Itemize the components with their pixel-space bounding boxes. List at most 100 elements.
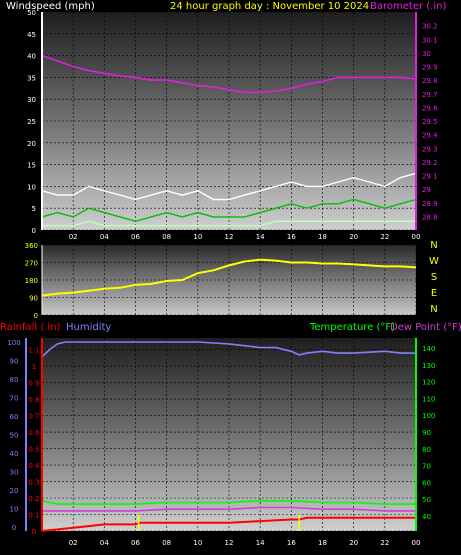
barometer-tick-label: 29.4 bbox=[422, 132, 438, 140]
humidity-tick-label: 50 bbox=[10, 432, 19, 440]
direction-tick-label: 270 bbox=[25, 260, 38, 268]
rainfall-tick-label: 1 bbox=[32, 363, 36, 371]
panel1-x-tick-label: 04 bbox=[100, 233, 109, 241]
humidity-tick-label: 60 bbox=[10, 413, 19, 421]
humidity-tick-label: 30 bbox=[10, 469, 19, 477]
temperature-tick-label: 100 bbox=[422, 412, 435, 420]
temperature-tick-label: 70 bbox=[422, 463, 431, 471]
panel3-x-tick-label: 10 bbox=[193, 539, 202, 547]
humidity-tick-label: 90 bbox=[10, 358, 19, 366]
direction-tick-label: 360 bbox=[25, 242, 38, 250]
humidity-tick-label: 20 bbox=[10, 487, 19, 495]
panel1-x-tick-label: 00 bbox=[412, 233, 421, 241]
direction-tick-label: 180 bbox=[25, 277, 38, 285]
panel3-x-tick-label: 08 bbox=[162, 539, 171, 547]
rainfall-label: Rainfall (.in) bbox=[0, 322, 61, 333]
barometer-tick-label: 30.1 bbox=[422, 36, 438, 44]
humidity-label: Humidity bbox=[66, 322, 111, 333]
humidity-tick-label: 40 bbox=[10, 450, 19, 458]
barometer-tick-label: 29.6 bbox=[422, 104, 438, 112]
barometer-tick-label: 30 bbox=[422, 50, 431, 58]
windspeed-tick-label: 25 bbox=[27, 118, 36, 126]
panel3-x-tick-label: 02 bbox=[69, 539, 78, 547]
temperature-tick-label: 110 bbox=[422, 395, 435, 403]
temperature-label: Temperature (°F) bbox=[309, 322, 395, 333]
panel1-x-tick-label: 08 bbox=[162, 233, 171, 241]
barometer-tick-label: 29.2 bbox=[422, 159, 438, 167]
panel1-x-tick-label: 20 bbox=[349, 233, 358, 241]
panel3-x-tick-label: 18 bbox=[318, 539, 327, 547]
barometer-tick-label: 29.7 bbox=[422, 91, 438, 99]
rainfall-tick-label: 0.2 bbox=[28, 495, 39, 503]
barometer-tick-label: 29.8 bbox=[422, 77, 438, 85]
rainfall-tick-label: 0.1 bbox=[28, 512, 39, 520]
barometer-tick-label: 28.9 bbox=[422, 200, 438, 208]
compass-label: W bbox=[429, 256, 439, 267]
windspeed-tick-label: 30 bbox=[27, 96, 36, 104]
windspeed-tick-label: 5 bbox=[32, 205, 36, 213]
barometer-tick-label: 29.5 bbox=[422, 118, 438, 126]
humidity-tick-label: 100 bbox=[7, 339, 20, 347]
panel3-x-tick-label: 12 bbox=[225, 539, 234, 547]
rainfall-tick-label: 1.1 bbox=[28, 347, 39, 355]
rainfall-tick-label: 0.6 bbox=[28, 429, 40, 437]
windspeed-label: Windspeed (mph) bbox=[6, 1, 95, 12]
rainfall-tick-label: 0.4 bbox=[28, 462, 40, 470]
windspeed-tick-label: 40 bbox=[27, 53, 36, 61]
panel1-x-tick-label: 06 bbox=[131, 233, 140, 241]
windspeed-tick-label: 10 bbox=[27, 183, 36, 191]
barometer-tick-label: 29.3 bbox=[422, 145, 438, 153]
dewpoint-label: Dew Point (°F) bbox=[390, 322, 461, 333]
panel3-x-tick-label: 00 bbox=[412, 539, 421, 547]
panel1-x-tick-label: 02 bbox=[69, 233, 78, 241]
direction-tick-label: 90 bbox=[29, 295, 38, 303]
rainfall-tick-label: 0.9 bbox=[28, 380, 39, 388]
panel3-x-tick-label: 06 bbox=[131, 539, 140, 547]
windspeed-tick-label: 35 bbox=[27, 74, 36, 82]
chart-title: 24 hour graph day : November 10 2024 bbox=[170, 1, 369, 12]
rainfall-tick-label: 0 bbox=[32, 528, 36, 536]
humidity-tick-label: 0 bbox=[12, 524, 16, 532]
temperature-tick-label: 80 bbox=[422, 446, 431, 454]
windspeed-tick-label: 45 bbox=[27, 31, 36, 39]
barometer-tick-label: 29 bbox=[422, 186, 431, 194]
panel1-x-tick-label: 16 bbox=[287, 233, 296, 241]
temperature-tick-label: 40 bbox=[422, 513, 431, 521]
panel3-x-tick-label: 14 bbox=[256, 539, 265, 547]
temperature-tick-label: 60 bbox=[422, 479, 431, 487]
panel3-x-tick-label: 22 bbox=[380, 539, 389, 547]
direction-tick-label: 0 bbox=[34, 312, 38, 320]
temperature-tick-label: 50 bbox=[422, 496, 431, 504]
barometer-tick-label: 29.9 bbox=[422, 64, 438, 72]
panel3-x-tick-label: 16 bbox=[287, 539, 296, 547]
panel1-x-tick-label: 18 bbox=[318, 233, 327, 241]
barometer-tick-label: 29.1 bbox=[422, 173, 438, 181]
barometer-tick-label: 30.2 bbox=[422, 23, 438, 31]
humidity-tick-label: 10 bbox=[10, 506, 19, 514]
panel3-x-tick-label: 20 bbox=[349, 539, 358, 547]
compass-label: N bbox=[430, 304, 437, 315]
compass-label: S bbox=[431, 272, 437, 283]
rainfall-tick-label: 0.3 bbox=[28, 479, 39, 487]
rainfall-tick-label: 0.5 bbox=[28, 446, 39, 454]
compass-label: E bbox=[431, 288, 437, 299]
windspeed-tick-label: 0 bbox=[32, 227, 36, 235]
windspeed-tick-label: 20 bbox=[27, 140, 36, 148]
panel1-x-tick-label: 14 bbox=[256, 233, 265, 241]
humidity-tick-label: 80 bbox=[10, 376, 19, 384]
barometer-label: Barometer (.in) bbox=[370, 1, 446, 12]
rainfall-tick-label: 0.7 bbox=[28, 413, 39, 421]
weather-chart: 0510152025303540455028.828.92929.129.229… bbox=[0, 1, 461, 547]
rainfall-tick-label: 0.8 bbox=[28, 396, 39, 404]
barometer-tick-label: 28.8 bbox=[422, 213, 438, 221]
humidity-tick-label: 70 bbox=[10, 395, 19, 403]
compass-label: N bbox=[430, 240, 437, 251]
panel3-x-tick-label: 04 bbox=[100, 539, 109, 547]
temperature-tick-label: 140 bbox=[422, 345, 435, 353]
panel1-x-tick-label: 12 bbox=[225, 233, 234, 241]
windspeed-tick-label: 15 bbox=[27, 162, 36, 170]
panel1-x-tick-label: 22 bbox=[380, 233, 389, 241]
temperature-tick-label: 130 bbox=[422, 362, 435, 370]
temperature-tick-label: 120 bbox=[422, 379, 435, 387]
temperature-tick-label: 90 bbox=[422, 429, 431, 437]
